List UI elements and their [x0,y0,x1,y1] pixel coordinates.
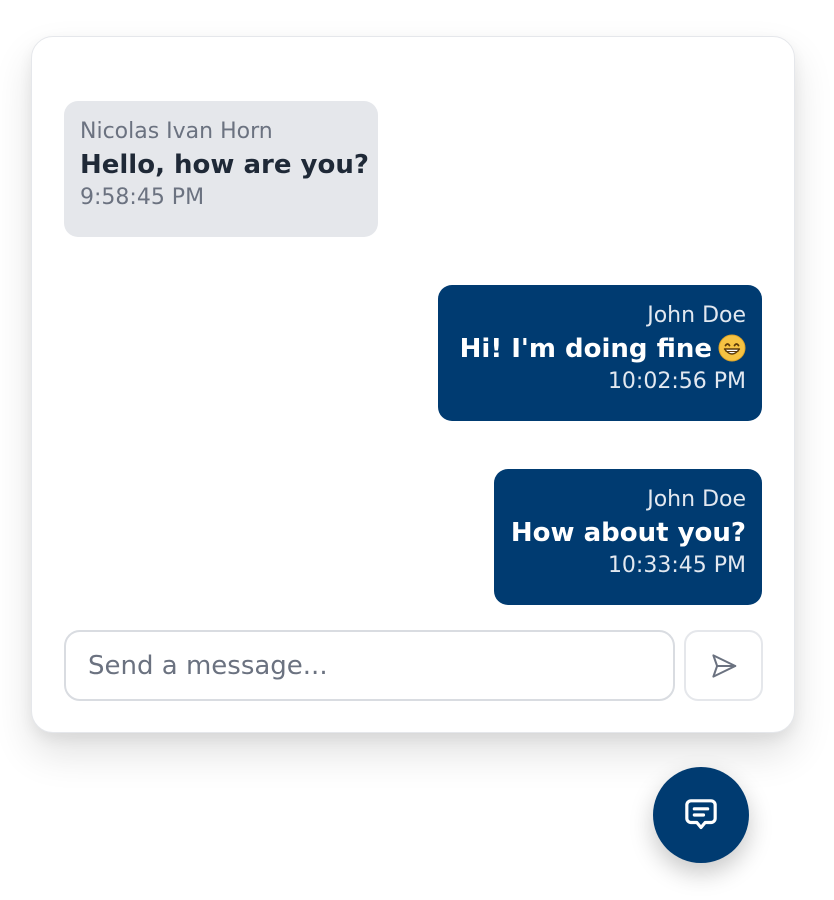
send-button[interactable] [684,630,763,701]
message-text: Hi! I'm doing fine [459,334,712,364]
message-text-row: Hi! I'm doing fine [454,331,746,367]
message-bubble-received: Nicolas Ivan Horn Hello, how are you? 9:… [64,101,378,237]
grinning-face-emoji-icon [718,334,746,362]
chat-launcher-button[interactable] [653,767,749,863]
chat-bubble-icon [685,799,717,830]
message-timestamp: 10:02:56 PM [607,369,746,394]
message-text: How about you? [510,518,746,548]
message-sender: John Doe [647,487,746,512]
message-bubble-sent: John Doe How about you? 10:33:45 PM [494,469,762,605]
message-timestamp: 10:33:45 PM [607,553,746,578]
send-icon [711,653,736,678]
message-timestamp: 9:58:45 PM [80,185,205,210]
chat-window: Nicolas Ivan Horn Hello, how are you? 9:… [31,36,795,733]
message-sender: Nicolas Ivan Horn [80,119,273,144]
message-sender: John Doe [647,303,746,328]
message-bubble-sent: John Doe Hi! I'm doing fine 10:02:56 PM [438,285,762,421]
message-input[interactable] [64,630,675,701]
message-text: Hello, how are you? [80,150,369,180]
